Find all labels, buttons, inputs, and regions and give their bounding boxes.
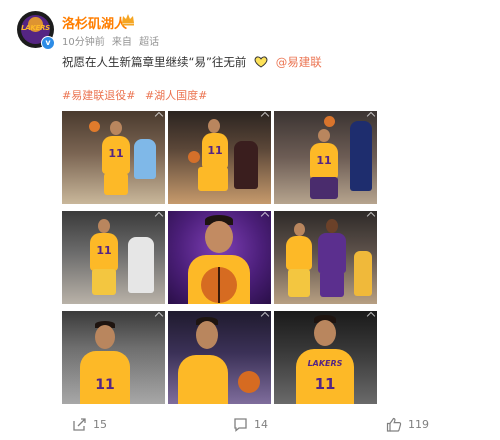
- image-grid: 11 11 11 11 11 LAKERS 11: [62, 111, 377, 404]
- thumbs-up-icon: [386, 417, 402, 432]
- hashtag-row: #易建联退役# #湖人国度#: [62, 87, 213, 103]
- verified-badge-icon: v: [41, 36, 55, 50]
- comment-icon: [234, 418, 247, 432]
- player-shooting-photo[interactable]: 11: [274, 111, 377, 204]
- comment-button[interactable]: 14: [233, 417, 268, 432]
- post-source-prefix: 来自: [111, 37, 132, 48]
- player-dribbling-photo[interactable]: 11: [62, 111, 165, 204]
- portrait-with-basketball-photo[interactable]: [168, 211, 271, 304]
- lakers-logo-text: LAKERS: [21, 24, 50, 32]
- player-jersey-11-photo[interactable]: LAKERS 11: [274, 311, 377, 404]
- like-count: 119: [408, 418, 429, 431]
- player-number-11-photo[interactable]: 11: [62, 311, 165, 404]
- mention-link[interactable]: @易建联: [276, 55, 322, 69]
- hashtag-link[interactable]: #湖人国度#: [145, 89, 207, 102]
- repost-button[interactable]: 15: [72, 417, 107, 432]
- player-defending-photo[interactable]: 11: [62, 211, 165, 304]
- hashtag-link[interactable]: #易建联退役#: [62, 89, 135, 102]
- player-closeup-photo[interactable]: [168, 311, 271, 404]
- yellow-heart-icon: [254, 56, 268, 68]
- post-body: 祝愿在人生新篇章里继续“易”往无前 @易建联: [62, 54, 322, 70]
- post-source[interactable]: 超话: [139, 37, 159, 48]
- post-time: 10分钟前: [62, 37, 105, 48]
- comment-count: 14: [254, 418, 268, 431]
- crown-icon: [122, 14, 134, 26]
- author-name[interactable]: 洛杉矶湖人: [62, 13, 127, 32]
- weibo-post-card: LAKERS v 洛杉矶湖人 10分钟前 来自 超话 祝愿在人生新篇章里继续“易…: [0, 0, 500, 440]
- post-actions-bar: 15 14 119: [0, 410, 500, 440]
- repost-count: 15: [93, 418, 107, 431]
- player-guarding-photo[interactable]: [274, 211, 377, 304]
- post-meta: 10分钟前 来自 超话: [62, 33, 163, 48]
- post-text: 祝愿在人生新篇章里继续“易”往无前: [62, 55, 247, 69]
- repost-icon: [73, 418, 86, 431]
- like-button[interactable]: 119: [386, 417, 429, 432]
- player-driving-photo[interactable]: 11: [168, 111, 271, 204]
